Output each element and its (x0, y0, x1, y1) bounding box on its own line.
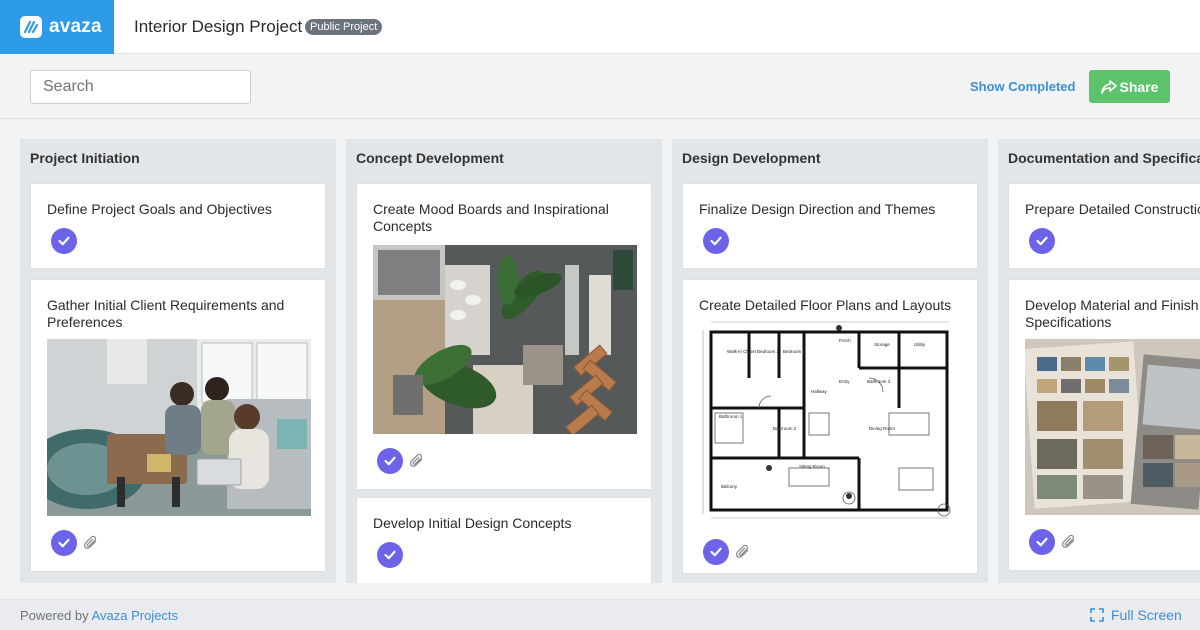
task-title: Prepare Detailed Construction Documents (1025, 201, 1200, 217)
floor-plan-label: Entry (839, 379, 850, 384)
completed-check-icon[interactable] (1029, 529, 1055, 555)
task-title: Create Detailed Floor Plans and Layouts (699, 297, 952, 313)
top-bar: avaza Interior Design Project Public Pro… (0, 0, 1200, 54)
column-design-development: Design Development Finalize Design Direc… (672, 139, 988, 583)
completed-check-icon[interactable] (1029, 228, 1055, 254)
floor-plan-label: Bedroom 4 (783, 349, 806, 354)
task-card[interactable]: Finalize Design Direction and Themes (682, 183, 978, 269)
share-icon (1100, 79, 1117, 94)
task-card[interactable]: Gather Initial Client Requirements and P… (30, 279, 326, 572)
task-title: Define Project Goals and Objectives (47, 201, 272, 217)
floor-plan-label: Bathroom 2 (773, 426, 797, 431)
attachment-icon[interactable] (409, 453, 425, 469)
full-screen-label: Full Screen (1111, 607, 1182, 623)
avaza-projects-link[interactable]: Avaza Projects (92, 608, 178, 623)
floor-plan-label: Storage (874, 342, 890, 347)
mood-board-photo[interactable] (373, 245, 637, 434)
attachment-icon[interactable] (735, 544, 751, 560)
attachment-icon[interactable] (1061, 534, 1077, 550)
floor-plan-drawing[interactable]: Walk-in Closet Bedroom 3 Bedroom 4 Porch… (699, 318, 963, 528)
column-title: Project Initiation (30, 150, 140, 166)
floor-plan-label: Walk-in Closet (727, 349, 757, 354)
column-project-initiation: Project Initiation Define Project Goals … (20, 139, 336, 583)
task-card[interactable]: Create Detailed Floor Plans and Layouts (682, 279, 978, 574)
powered-by-prefix: Powered by (20, 608, 89, 623)
floor-plan-label: Bathroom 3 (867, 379, 891, 384)
search-input[interactable] (30, 70, 251, 104)
floor-plan-label: Utility (914, 342, 926, 347)
floor-plan-label: Hallway (811, 389, 828, 394)
column-title: Design Development (682, 150, 821, 166)
share-button[interactable]: Share (1089, 70, 1170, 103)
column-concept-development: Concept Development Create Mood Boards a… (346, 139, 662, 583)
project-title: Interior Design Project (134, 17, 303, 36)
completed-check-icon[interactable] (51, 530, 77, 556)
task-card[interactable]: Develop Material and Finish Specificatio… (1008, 279, 1200, 571)
toolbar: Show Completed Share (0, 55, 1200, 119)
task-title: Develop Initial Design Concepts (373, 515, 572, 531)
material-samples-photo[interactable] (1025, 339, 1200, 515)
floor-plan-label: Bedroom 3 (757, 349, 780, 354)
floor-plan-label: Porch (839, 338, 851, 343)
completed-check-icon[interactable] (703, 539, 729, 565)
avaza-logo[interactable]: avaza (0, 0, 114, 54)
task-title: Develop Material and Finish Specificatio… (1025, 297, 1199, 330)
task-card[interactable]: Develop Initial Design Concepts (356, 497, 652, 583)
logo-text: avaza (49, 16, 102, 37)
column-title: Documentation and Specifications (1008, 150, 1200, 166)
footer: Powered by Avaza Projects Full Screen (0, 599, 1200, 630)
floor-plan-label: Bathroom 1 (719, 414, 743, 419)
fullscreen-icon (1090, 608, 1104, 622)
task-card[interactable]: Prepare Detailed Construction Documents (1008, 183, 1200, 269)
task-title: Gather Initial Client Requirements and P… (47, 297, 285, 330)
powered-by: Powered by Avaza Projects (20, 608, 178, 623)
clients-meeting-photo[interactable] (47, 339, 311, 516)
task-title: Create Mood Boards and Inspirational Con… (373, 201, 609, 234)
task-card[interactable]: Create Mood Boards and Inspirational Con… (356, 183, 652, 490)
completed-check-icon[interactable] (703, 228, 729, 254)
task-title: Finalize Design Direction and Themes (699, 201, 936, 217)
column-title: Concept Development (356, 150, 504, 166)
show-completed-link[interactable]: Show Completed (970, 79, 1075, 94)
column-documentation-and-specifications: Documentation and Specifications Prepare… (998, 139, 1200, 583)
task-card[interactable]: Define Project Goals and Objectives (30, 183, 326, 269)
share-label: Share (1119, 78, 1159, 95)
avaza-logo-icon (20, 16, 42, 38)
completed-check-icon[interactable] (377, 448, 403, 474)
public-project-badge: Public Project (305, 19, 383, 35)
full-screen-button[interactable]: Full Screen (1090, 607, 1182, 623)
completed-check-icon[interactable] (377, 542, 403, 568)
floor-plan-label: Dining Room (869, 426, 895, 431)
attachment-icon[interactable] (83, 535, 99, 551)
completed-check-icon[interactable] (51, 228, 77, 254)
floor-plan-label: Balcony (721, 484, 738, 489)
